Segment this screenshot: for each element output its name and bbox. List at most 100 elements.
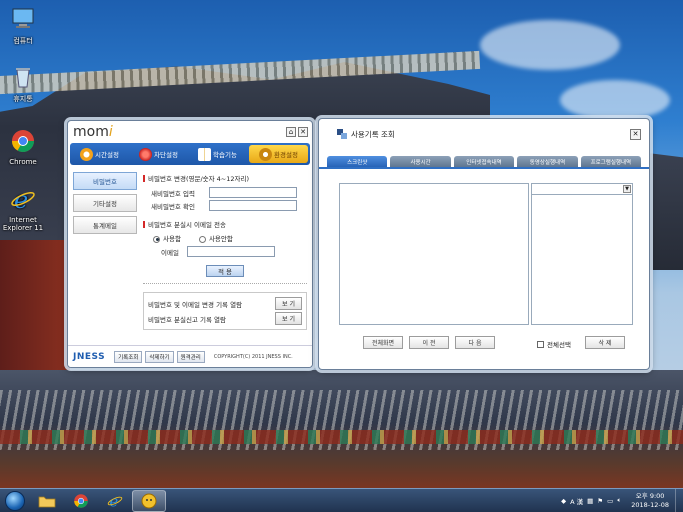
usage-history-window: 사용기록 조회 ✕ 스크린샷 사용시간 인터넷접속내역 동영상실행내역 프로그램… [318, 118, 650, 370]
tab-usage-time[interactable]: 사용시간 [390, 156, 451, 167]
lost-report-log-label: 비밀번호 분실신고 기록 열람 [148, 315, 226, 324]
view-change-log-button[interactable]: 보 기 [275, 297, 302, 310]
tab-video-history[interactable]: 동영상실행내역 [517, 156, 578, 167]
close-icon: ✕ [632, 130, 639, 138]
log-box: 비밀번호 및 이메일 변경 기록 열람 보 기 비밀번호 분실신고 기록 열람 … [143, 292, 307, 330]
bullet-marker [143, 174, 145, 182]
divider [143, 283, 307, 284]
momi-app-icon [141, 493, 157, 508]
view-lost-report-log-button[interactable]: 보 기 [275, 312, 302, 325]
change-log-label: 비밀번호 및 이메일 변경 기록 열람 [148, 300, 243, 309]
desktop-icon-chrome[interactable]: Chrome [0, 128, 46, 166]
taskbar-chrome[interactable] [64, 490, 98, 512]
show-desktop-button[interactable] [675, 488, 683, 512]
radio-use[interactable]: 사용함 [153, 233, 181, 243]
taskbar-explorer[interactable] [30, 490, 64, 512]
close-button[interactable]: ✕ [298, 127, 308, 137]
close-icon: ✕ [300, 127, 306, 136]
tab-screenshot[interactable]: 스크린샷 [327, 156, 388, 167]
recycle-bin-icon [16, 68, 30, 88]
clock-date: 2018-12-08 [631, 500, 669, 509]
system-tray: ◆ A 漢 ▦ ⚑ ▭ 🔈︎ 오후 9:00 2018-12-08 [561, 492, 675, 510]
momi-tabbar: 시간설정 차단설정 학습기능 환경설정 [70, 143, 310, 165]
confirm-password-label: 새비밀번호 확인 [151, 202, 195, 211]
momi-logo: momi [73, 124, 113, 140]
radio-checked-icon [153, 235, 160, 243]
usage-tabbar: 스크린샷 사용시간 인터넷접속내역 동영상실행내역 프로그램실행내역 [319, 156, 649, 169]
book-icon [198, 147, 212, 161]
desktop-icon-ie[interactable]: e Internet Explorer 11 [0, 186, 46, 232]
radio-no-use[interactable]: 사용안함 [198, 233, 233, 243]
history-lookup-button[interactable]: 기록조회 [114, 350, 143, 363]
select-all-checkbox[interactable]: 전체선택 [537, 339, 571, 349]
taskbar-ie[interactable]: e [98, 490, 132, 512]
computer-icon [12, 8, 34, 28]
settings-sidebar: 비밀번호 기타설정 통계메일 [70, 169, 140, 345]
usage-titlebar: 사용기록 조회 ✕ [319, 119, 649, 149]
next-button[interactable]: 다 음 [455, 336, 495, 349]
password-panel: 비밀번호 변경(영문/숫자 4~12자리) 새비밀번호 입력 새비밀번호 확인 … [140, 169, 310, 345]
tab-environment-settings[interactable]: 환경설정 [249, 145, 308, 163]
desktop-icon-recycle-bin[interactable]: 휴지통 [0, 64, 46, 104]
new-password-input[interactable] [209, 187, 297, 198]
taskbar-momi[interactable] [132, 489, 166, 512]
ie-icon: e [107, 493, 123, 509]
flag-icon[interactable]: ⚑ [597, 497, 603, 505]
clock-time: 오후 9:00 [635, 491, 665, 500]
previous-button[interactable]: 이 전 [409, 336, 449, 349]
tab-block-settings[interactable]: 차단설정 [129, 143, 188, 165]
chrome-icon [12, 130, 34, 152]
start-button[interactable] [0, 489, 30, 512]
chrome-icon [74, 493, 88, 508]
chevron-down-icon: ▼ [623, 185, 631, 193]
screenshot-list-panel[interactable]: ▼ [531, 183, 633, 325]
remote-manage-button[interactable]: 원격관리 [176, 350, 205, 363]
momi-window: momi ⌂ ✕ 시간설정 차단설정 학습기능 환경설정 비밀번호 기타설정 통… [67, 120, 313, 368]
block-icon [139, 147, 153, 161]
windows-logo-icon [5, 490, 25, 511]
checkbox-icon [537, 340, 544, 348]
sidebar-item-password[interactable]: 비밀번호 [73, 172, 137, 190]
new-password-label: 새비밀번호 입력 [151, 189, 195, 198]
usage-title: 사용기록 조회 [351, 129, 395, 139]
taskbar: e ◆ A 漢 ▦ ⚑ ▭ 🔈︎ 오후 9:00 2018-12-08 [0, 488, 683, 512]
folder-icon [38, 496, 56, 507]
usage-delete-button[interactable]: 삭 제 [585, 336, 625, 349]
fullscreen-button[interactable]: 전체화면 [363, 336, 403, 349]
email-section-title: 비밀번호 분실시 이메일 전송 [143, 219, 307, 229]
usage-logo-icon [337, 129, 347, 139]
tab-learning[interactable]: 학습기능 [188, 143, 247, 165]
network-icon[interactable]: ▦ [587, 497, 593, 505]
svg-text:e: e [109, 493, 118, 508]
desktop-icon-computer[interactable]: 컴퓨터 [0, 6, 46, 46]
home-button[interactable]: ⌂ [286, 127, 296, 137]
usage-close-button[interactable]: ✕ [630, 128, 641, 140]
momi-content: 비밀번호 기타설정 통계메일 비밀번호 변경(영문/숫자 4~12자리) 새비밀… [70, 169, 310, 345]
tab-program-history[interactable]: 프로그램실행내역 [580, 156, 642, 167]
clock[interactable]: 오후 9:00 2018-12-08 [631, 492, 669, 510]
tray-expand-icon[interactable]: ◆ [561, 497, 566, 505]
confirm-password-input[interactable] [209, 200, 297, 211]
screenshot-preview-area[interactable] [339, 183, 529, 325]
bullet-marker [143, 220, 145, 228]
email-input[interactable] [187, 246, 275, 257]
sidebar-item-stats-mail[interactable]: 통계메일 [73, 216, 137, 234]
speaker-icon[interactable]: 🔈︎ [617, 496, 621, 505]
momi-titlebar: momi ⌂ ✕ [68, 121, 312, 143]
tab-time-settings[interactable]: 시간설정 [70, 143, 129, 165]
momi-footer: JNESS 기록조회 삭제하기 원격관리 COPYRIGHT(C) 2011 J… [68, 345, 312, 367]
password-section-title: 비밀번호 변경(영문/숫자 4~12자리) [143, 173, 307, 183]
clock-icon [80, 147, 94, 161]
tab-internet-history[interactable]: 인터넷접속내역 [453, 156, 515, 167]
copyright-text: COPYRIGHT(C) 2011 JNESS INC. [213, 353, 293, 360]
date-select[interactable]: ▼ [532, 184, 632, 195]
display-icon[interactable]: ▭ [607, 497, 613, 505]
settings-icon [259, 147, 273, 161]
home-icon: ⌂ [288, 127, 294, 136]
apply-button[interactable]: 적 용 [206, 265, 244, 277]
ime-indicator[interactable]: A 漢 [570, 496, 583, 506]
ie-icon: e [11, 186, 35, 214]
email-label: 이메일 [161, 248, 179, 257]
sidebar-item-other-settings[interactable]: 기타설정 [73, 194, 137, 212]
delete-button[interactable]: 삭제하기 [145, 350, 174, 363]
